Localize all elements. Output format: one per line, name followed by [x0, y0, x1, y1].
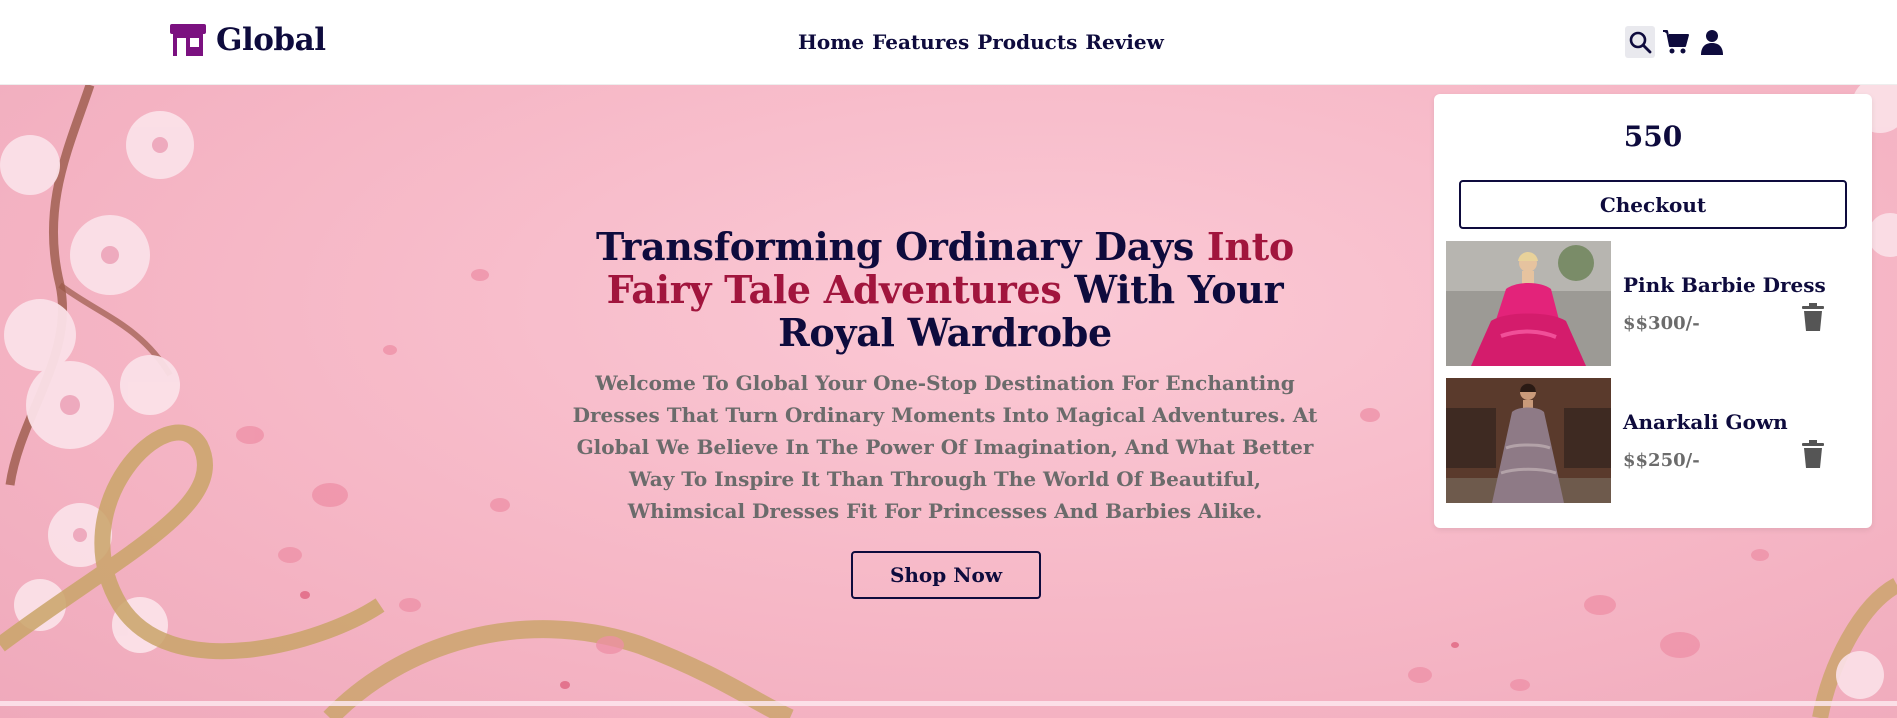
cart-total: 550: [1623, 120, 1683, 153]
brand-logo[interactable]: Global: [168, 22, 326, 58]
checkout-button[interactable]: Checkout: [1459, 180, 1847, 229]
product-image-pink-dress: [1446, 241, 1611, 366]
nav-home[interactable]: Home: [798, 30, 864, 54]
shop-now-button[interactable]: Shop Now: [851, 551, 1041, 599]
trash-icon[interactable]: [1800, 440, 1826, 468]
user-icon[interactable]: [1697, 26, 1727, 58]
cart-panel: 550 Checkout Pink Barbie Dress $$300/- A…: [1434, 94, 1872, 528]
search-icon[interactable]: [1625, 26, 1655, 58]
nav-products[interactable]: Products: [977, 30, 1077, 54]
cart-item-price: $$300/-: [1623, 313, 1700, 334]
cart-item-name: Pink Barbie Dress: [1623, 273, 1826, 297]
cart-item-price: $$250/-: [1623, 450, 1700, 471]
main-nav: Home Features Products Review: [798, 30, 1164, 54]
product-image-anarkali-gown: [1446, 378, 1611, 503]
site-header: Global Home Features Products Review: [0, 0, 1897, 85]
cart-icon[interactable]: [1661, 26, 1691, 58]
hero-title-part1: Transforming Ordinary Days: [596, 224, 1207, 269]
nav-review[interactable]: Review: [1085, 30, 1164, 54]
hero-title: Transforming Ordinary Days Into Fairy Ta…: [560, 225, 1330, 354]
hero-divider-line: [0, 701, 1897, 706]
hero-description: Welcome To Global Your One-Stop Destinat…: [572, 371, 1318, 523]
cart-item: Pink Barbie Dress $$300/-: [1446, 241, 1860, 366]
cart-item: Anarkali Gown $$250/-: [1446, 378, 1860, 503]
trash-icon[interactable]: [1800, 303, 1826, 331]
store-icon: [170, 24, 206, 56]
cart-item-name: Anarkali Gown: [1623, 410, 1788, 434]
brand-name: Global: [216, 22, 326, 58]
nav-features[interactable]: Features: [872, 30, 969, 54]
header-actions: [1625, 26, 1727, 58]
